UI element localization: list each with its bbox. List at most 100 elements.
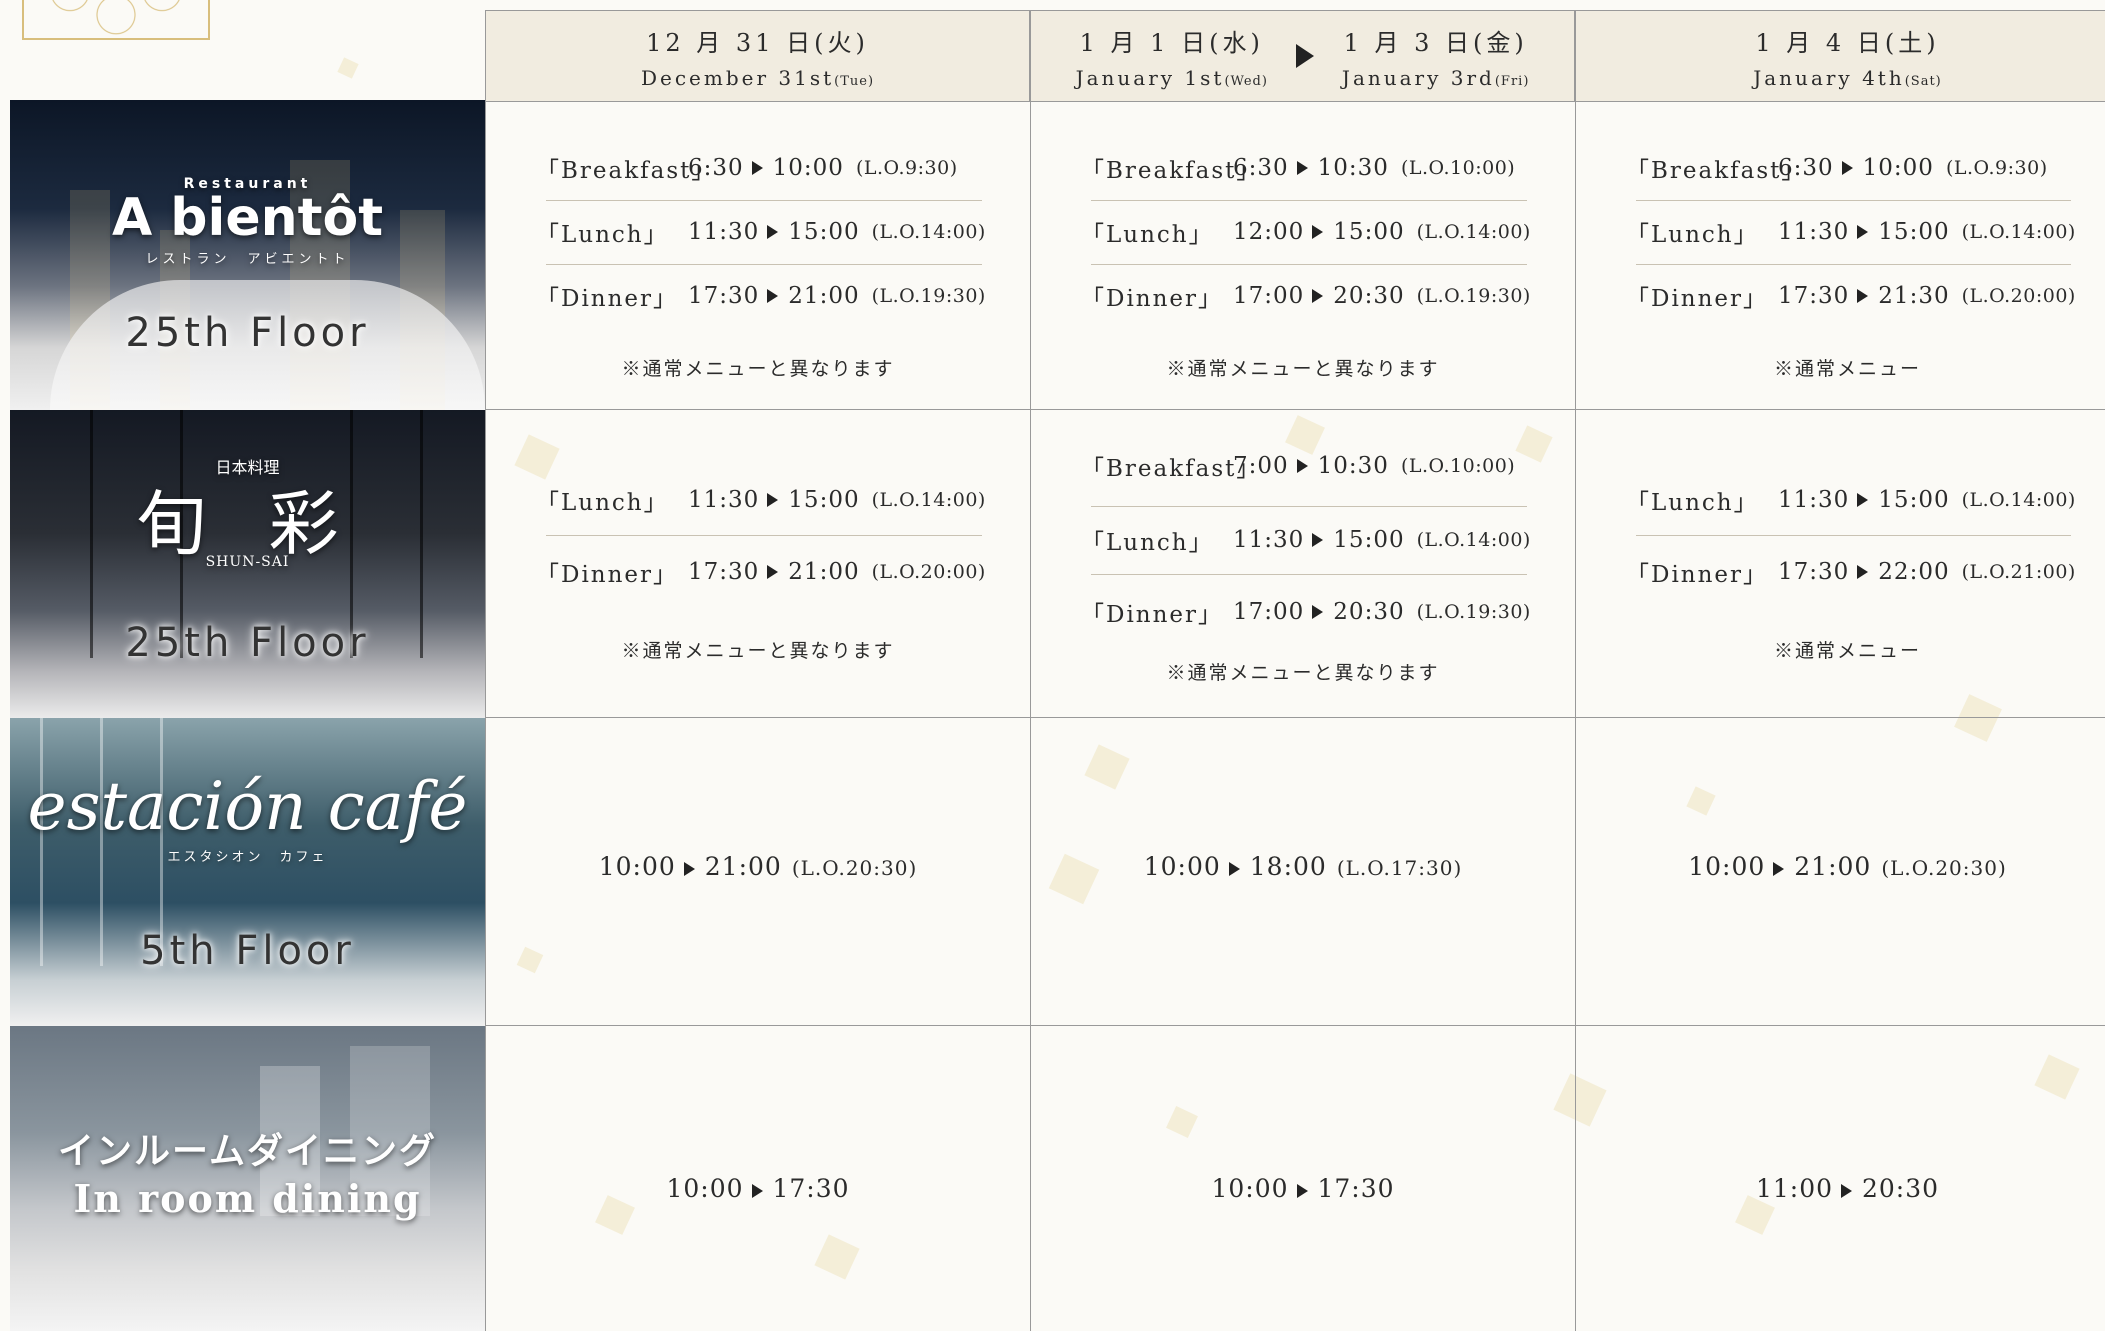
meal-row: 「Lunch」 11:30 15:00 (L.O.14:00) — [536, 480, 990, 520]
floor-label: 5th Floor — [140, 928, 355, 974]
meal-row: 「Breakfast」 6:30 10:00 (L.O.9:30) — [536, 148, 990, 188]
cell-r1-c3: 「Breakfast」 6:30 10:00 (L.O.9:30) 「Lunch」 11… — [1575, 102, 2105, 410]
arrow-right-icon — [751, 1183, 763, 1198]
meal-name: 「Breakfast」 — [1626, 158, 1807, 184]
menu-note: ※通常メニュー — [1773, 640, 1921, 662]
arrow-right-icon — [1857, 289, 1869, 303]
header-text: (水) — [1209, 28, 1264, 57]
meal-row: 「Dinner」 17:00 20:30 (L.O.19:30) — [1081, 592, 1535, 632]
meal-name: 「Lunch」 — [536, 490, 669, 516]
time-text: 10:30 — [1317, 453, 1389, 479]
time-text: 15:00 — [1878, 219, 1950, 245]
time-text: 17:30 — [1317, 1174, 1395, 1203]
arrow-right-icon — [1296, 459, 1308, 473]
divider — [1091, 200, 1527, 201]
meal-name: 「Breakfast」 — [1081, 456, 1262, 482]
header-text: January 4th — [1753, 65, 1905, 90]
header-col-1: 12 月 31 日(火) December 31st(Tue) — [485, 10, 1030, 102]
arrow-right-icon — [1312, 225, 1324, 239]
arrow-right-icon — [1228, 861, 1240, 876]
time-text: 21:00 — [1794, 852, 1872, 881]
cell-r4-c1: 10:00 17:30 — [485, 1026, 1030, 1331]
header-col-3: 1 月 4 日(土) January 4th(Sat) — [1575, 10, 2105, 102]
divider — [1636, 200, 2071, 201]
time-text: 11:30 — [1233, 527, 1305, 553]
last-order-text: (L.O.20:00) — [1961, 285, 2076, 307]
time-text: 17:30 — [772, 1174, 850, 1203]
time-text: 11:30 — [688, 487, 760, 513]
header-text: (Fri) — [1494, 73, 1530, 89]
time-text: 7:00 — [1233, 453, 1289, 479]
meal-row: 「Lunch」 11:30 15:00 (L.O.14:00) — [1626, 212, 2079, 252]
cell-r2-c3: 「Lunch」 11:30 15:00 (L.O.14:00) 「Dinner」 17:… — [1575, 410, 2105, 718]
meal-row: 「Lunch」 11:30 15:00 (L.O.14:00) — [1626, 480, 2079, 520]
logo-kana: レストラン アビエントト — [145, 252, 350, 267]
meal-row: 「Dinner」 17:30 21:00 (L.O.19:30) — [536, 276, 990, 316]
header-text: 12 月 31 日(火) December 31st(Tue) — [641, 23, 874, 90]
arrow-right-icon — [1295, 44, 1314, 68]
restaurant-logo: インルームダイニング — [58, 1130, 437, 1172]
cell-r3-c3: 10:00 21:00 (L.O.20:30) — [1575, 718, 2105, 1026]
header-text: 1 月 1 日(水) January 1st(Wed) 1 月 3 日(金) J… — [1076, 23, 1530, 90]
time-text: 11:00 — [1755, 1174, 1833, 1203]
arrow-right-icon — [751, 161, 763, 175]
last-order-text: (L.O.20:30) — [791, 856, 918, 880]
cell-r4-c3: 11:00 20:30 — [1575, 1026, 2105, 1331]
time-text: 15:00 — [1878, 487, 1950, 513]
cell-r2-c2: 「Breakfast」 7:00 10:30 (L.O.10:00) 「Lunch」 1… — [1030, 410, 1575, 718]
header-text: 1 月 1 日(水) January 1st(Wed) — [1076, 23, 1268, 90]
hours-text: 10:00 17:30 — [1031, 1174, 1575, 1203]
time-text: 18:00 — [1249, 852, 1327, 881]
time-text: 15:00 — [788, 219, 860, 245]
header-text: 1 月 4 日(土) — [1753, 23, 1942, 58]
meal-row: 「Breakfast」 6:30 10:30 (L.O.10:00) — [1081, 148, 1535, 188]
hours-text: 11:00 20:30 — [1576, 1174, 2105, 1203]
arrow-right-icon — [1312, 605, 1324, 619]
header-text: January 3rd(Fri) — [1342, 66, 1529, 90]
meal-name: 「Dinner」 — [1081, 286, 1224, 312]
time-text: 6:30 — [688, 155, 744, 181]
meal-name: 「Dinner」 — [1081, 602, 1224, 628]
time-text: 17:30 — [1778, 283, 1850, 309]
last-order-text: (L.O.9:30) — [1945, 157, 2048, 179]
pattern-ornament — [22, 0, 210, 40]
last-order-text: (L.O.14:00) — [1961, 221, 2076, 243]
time-text: 21:30 — [1878, 283, 1950, 309]
header-text: 1 月 1 日(水) — [1076, 23, 1268, 58]
time-text: 17:00 — [1233, 283, 1305, 309]
meal-row: 「Lunch」 11:30 15:00 (L.O.14:00) — [536, 212, 990, 252]
meal-name: 「Dinner」 — [1626, 562, 1769, 588]
meal-row: 「Breakfast」 7:00 10:30 (L.O.10:00) — [1081, 446, 1535, 486]
meal-name: 「Lunch」 — [1081, 222, 1214, 248]
divider — [1091, 264, 1527, 265]
meal-row: 「Dinner」 17:30 21:00 (L.O.20:00) — [536, 552, 990, 592]
menu-note: ※通常メニューと異なります — [621, 640, 895, 662]
time-text: 17:30 — [688, 559, 760, 585]
header-col-2: 1 月 1 日(水) January 1st(Wed) 1 月 3 日(金) J… — [1030, 10, 1575, 102]
time-text: 11:30 — [1778, 219, 1850, 245]
restaurant-photo-in-room-dining: インルームダイニング In room dining — [10, 1026, 485, 1331]
time-text: 21:00 — [788, 559, 860, 585]
hours-text: 10:00 17:30 — [486, 1174, 1030, 1203]
header-text: January 1st(Wed) — [1076, 66, 1268, 90]
cell-r2-c1: 「Lunch」 11:30 15:00 (L.O.14:00) 「Dinner」 17:… — [485, 410, 1030, 718]
restaurant-photo-shunsai: 日本料理 旬 彩 SHUN-SAI 25th Floor — [10, 410, 485, 718]
floor-label: 25th Floor — [125, 310, 370, 356]
time-text: 6:30 — [1778, 155, 1834, 181]
time-text: 15:00 — [1333, 527, 1405, 553]
time-text: 10:00 — [1143, 852, 1221, 881]
header-text: 1 月 4 日(土) January 4th(Sat) — [1753, 23, 1942, 90]
time-text: 10:30 — [1317, 155, 1389, 181]
divider — [1636, 264, 2071, 265]
last-order-text: (L.O.19:30) — [1416, 601, 1531, 623]
meal-name: 「Lunch」 — [536, 222, 669, 248]
time-text: 21:00 — [704, 852, 782, 881]
arrow-right-icon — [767, 565, 779, 579]
meal-name: 「Dinner」 — [536, 286, 679, 312]
header-text: (土) — [1884, 28, 1940, 57]
meal-row: 「Dinner」 17:30 21:30 (L.O.20:00) — [1626, 276, 2079, 316]
header-text: December 31st(Tue) — [641, 66, 874, 90]
cell-r3-c2: 10:00 18:00 (L.O.17:30) — [1030, 718, 1575, 1026]
meal-row: 「Breakfast」 6:30 10:00 (L.O.9:30) — [1626, 148, 2079, 188]
hours-text: 10:00 21:00 (L.O.20:30) — [486, 852, 1030, 881]
